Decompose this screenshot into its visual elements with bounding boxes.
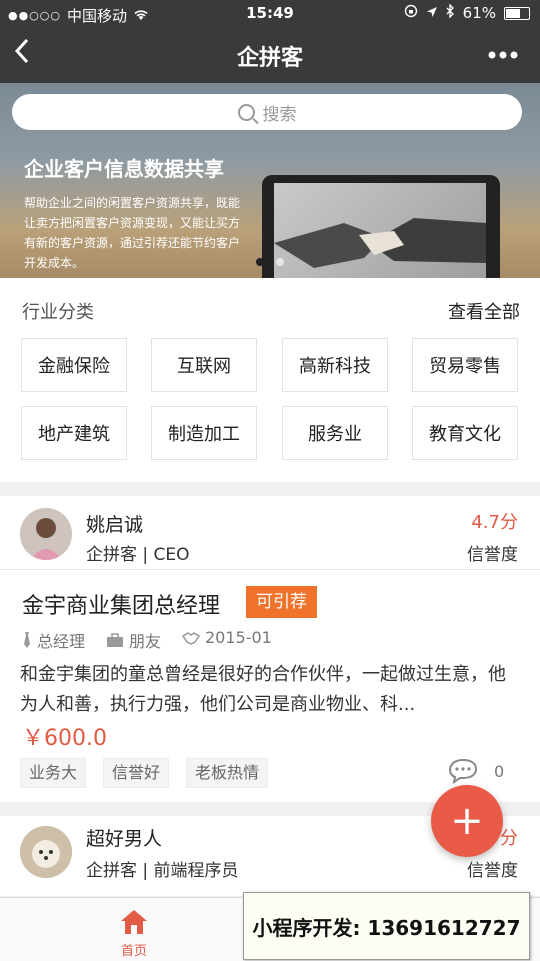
credit-label: 信誉度 [467, 545, 518, 565]
category-realestate[interactable]: 地产建筑 [21, 406, 127, 460]
industry-title: 行业分类 [22, 302, 94, 323]
category-education[interactable]: 教育文化 [412, 406, 518, 460]
handshake-small-icon [182, 631, 200, 645]
page-title: 企拼客 [236, 46, 303, 71]
position-meta: 总经理 [22, 628, 85, 652]
since-meta: 2015-01 [182, 628, 272, 647]
category-retail[interactable]: 贸易零售 [412, 338, 518, 392]
person-icon [20, 508, 72, 560]
comment-button[interactable]: 0 [448, 758, 504, 784]
industry-section: 行业分类 查看全部 金融保险 互联网 高新科技 贸易零售 地产建筑 制造加工 服… [0, 278, 540, 482]
tag: 信誉好 [103, 758, 170, 788]
banner-carousel[interactable]: 搜索 企业客户信息数据共享 帮助企业之间的闲置客户资源共享，既能让卖方把闲置客户… [0, 83, 540, 278]
credit-score: 4.7分 [471, 512, 518, 533]
tie-icon [24, 632, 30, 648]
bluetooth-icon [446, 3, 455, 22]
credit-score: 分 [500, 828, 518, 849]
comment-icon [448, 758, 478, 784]
tag: 业务大 [20, 758, 87, 788]
divider [0, 569, 540, 570]
since-text: 2015-01 [205, 628, 272, 647]
avatar[interactable] [20, 826, 72, 878]
battery-icon [504, 6, 530, 20]
battery-percent: 61% [462, 4, 496, 22]
category-service[interactable]: 服务业 [282, 406, 388, 460]
banner-phone-image [262, 175, 500, 278]
avatar[interactable] [20, 508, 72, 560]
category-internet[interactable]: 互联网 [151, 338, 257, 392]
relation-text: 朋友 [129, 632, 162, 651]
briefcase-icon [107, 633, 123, 647]
status-bar: ●●○○○ 中国移动 15:49 61% [0, 0, 540, 28]
carousel-dot-active[interactable] [256, 258, 264, 266]
more-button[interactable] [488, 40, 518, 65]
category-hightech[interactable]: 高新科技 [282, 338, 388, 392]
category-finance[interactable]: 金融保险 [21, 338, 127, 392]
category-manufacturing[interactable]: 制造加工 [151, 406, 257, 460]
referable-badge: 可引荐 [246, 586, 317, 618]
banner-description: 帮助企业之间的闲置客户资源共享，既能让卖方把闲置客户资源变现，又能让买方有新的客… [24, 196, 241, 270]
promo-overlay: 小程序开发: 13691612727 [243, 892, 530, 960]
deal-price: ￥600.0 [22, 726, 107, 751]
position-text: 总经理 [37, 632, 86, 651]
add-button[interactable]: + [431, 785, 503, 857]
user-name: 超好男人 [86, 828, 163, 850]
user-company: 企拼客 | 前端程序员 [86, 861, 239, 881]
more-icon [488, 51, 518, 59]
tag: 老板热情 [186, 758, 269, 788]
search-bar[interactable]: 搜索 [12, 94, 522, 130]
search-placeholder: 搜索 [262, 104, 297, 125]
deal-title[interactable]: 金宇商业集团总经理 [22, 588, 220, 620]
banner-title: 企业客户信息数据共享 [24, 157, 224, 181]
dog-icon [20, 826, 72, 878]
user-company: 企拼客 | CEO [86, 545, 190, 565]
deal-description: 和金宇集团的童总曾经是很好的合作伙伴，一起做过生意，他为人和善，执行力强，他们公… [20, 664, 506, 715]
comment-count: 0 [494, 761, 505, 781]
home-icon [121, 910, 147, 934]
lock-rotation-icon [404, 4, 418, 22]
relation-meta: 朋友 [106, 628, 161, 652]
credit-label: 信誉度 [467, 861, 518, 881]
carousel-dot[interactable] [276, 258, 284, 266]
search-icon [237, 103, 255, 121]
handshake-icon [274, 218, 486, 268]
location-icon [426, 4, 438, 22]
user-name: 姚启诚 [86, 514, 144, 536]
nav-bar: 企拼客 [0, 28, 540, 83]
tab-home-label: 首页 [120, 944, 147, 959]
tab-home[interactable]: 首页 [104, 908, 164, 959]
view-all-link[interactable]: 查看全部 [448, 298, 520, 324]
